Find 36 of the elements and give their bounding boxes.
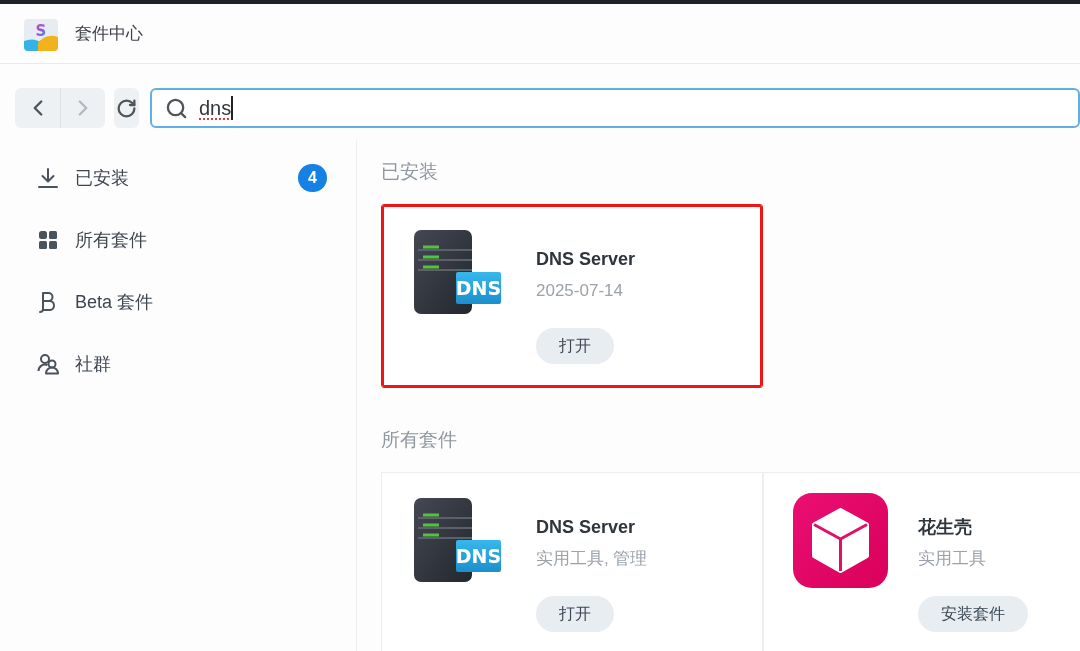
package-action-button[interactable]: 打开	[536, 596, 614, 632]
sidebar-item[interactable]: 已安装 4	[0, 147, 356, 209]
section-heading: 所有套件	[381, 428, 458, 452]
package-detail: 2025-07-14	[536, 280, 623, 302]
package-detail: 实用工具, 管理	[536, 548, 648, 570]
refresh-icon	[116, 97, 137, 119]
refresh-button[interactable]	[114, 88, 139, 128]
sidebar-item[interactable]: 社群	[0, 333, 356, 395]
bag-logo-icon: S	[24, 16, 58, 51]
package-card[interactable]: 花生壳 实用工具 安装套件	[763, 472, 1080, 651]
sidebar-item[interactable]: Beta 套件	[0, 271, 356, 333]
sidebar-item-label: 所有套件	[75, 229, 147, 252]
back-button[interactable]	[15, 88, 60, 128]
package-action-button[interactable]: 打开	[536, 328, 614, 364]
sidebar-item-label: Beta 套件	[75, 291, 154, 314]
search-text: dns	[199, 96, 232, 120]
package-name: 花生壳	[918, 516, 972, 538]
grid-icon	[37, 229, 59, 251]
sidebar-item[interactable]: 所有套件	[0, 209, 356, 271]
text-cursor-icon	[231, 96, 234, 120]
cube-icon	[793, 493, 888, 588]
package-card[interactable]: DNS DNS Server 实用工具, 管理 打开	[381, 472, 763, 651]
search-icon	[165, 96, 188, 120]
package-name: DNS Server	[536, 516, 636, 538]
window-title: 套件中心	[75, 23, 143, 45]
package-card[interactable]: DNS DNS Server 2025-07-14 打开	[381, 204, 763, 388]
people-icon	[37, 353, 59, 375]
package-name: DNS Server	[536, 248, 636, 270]
count-badge: 4	[298, 164, 327, 192]
section-heading: 已安装	[381, 160, 439, 184]
sidebar-item-label: 已安装	[75, 167, 129, 190]
sidebar-item-label: 社群	[75, 353, 111, 376]
download-icon	[37, 167, 59, 189]
package-detail: 实用工具	[918, 548, 986, 570]
package-action-button[interactable]: 安装套件	[918, 596, 1028, 632]
search-field[interactable]: dns	[150, 88, 1080, 128]
